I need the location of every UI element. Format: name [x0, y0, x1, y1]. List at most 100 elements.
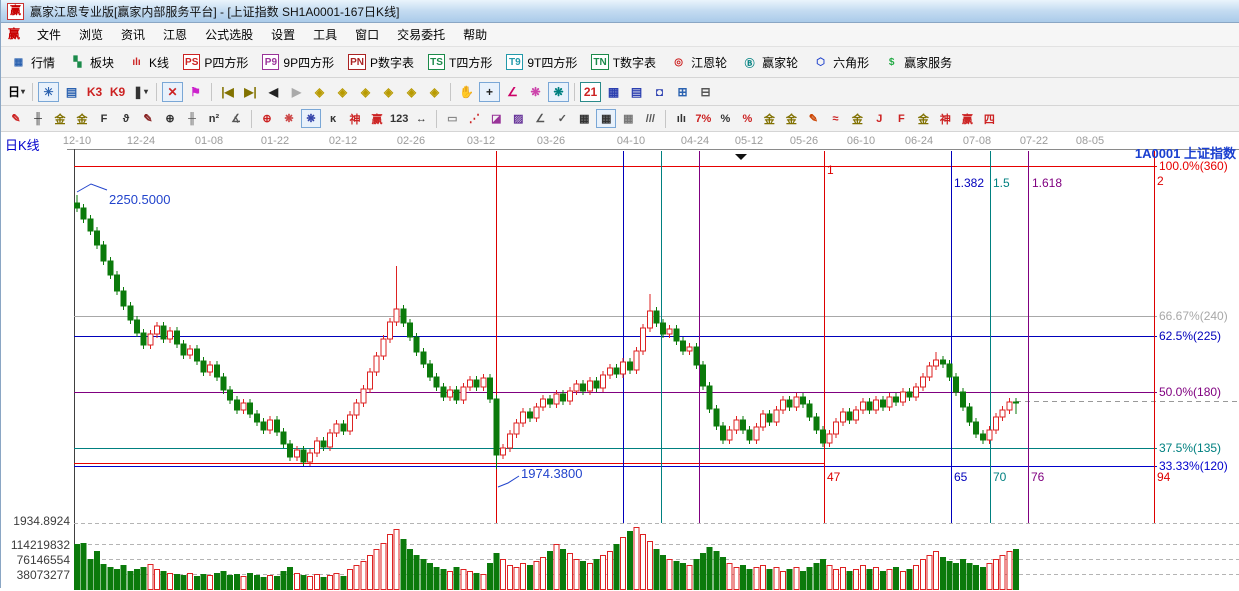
toolbar-button-p-number-table[interactable]: PN P数字表 — [343, 52, 419, 73]
menu-item-9[interactable]: 帮助 — [454, 23, 496, 46]
toolbar-button-ying-angle[interactable]: 赢 — [957, 109, 977, 128]
toolbar-button-h-measure[interactable]: ↔ — [411, 109, 431, 128]
toolbar-button-9p-square[interactable]: P9 9P四方形 — [257, 52, 339, 73]
toolbar-button-export-screen[interactable]: ⊞ — [672, 82, 693, 102]
toolbar-button-candle-pen[interactable]: ✎ — [803, 109, 823, 128]
toolbar-button-calculator[interactable]: ▦ — [603, 82, 624, 102]
toolbar-button-ying-tool[interactable]: 赢 — [367, 109, 387, 128]
toolbar-button-cycle-circle[interactable]: ⊕ — [160, 109, 180, 128]
toolbar-button-spiral[interactable]: ϑ — [116, 109, 136, 128]
toolbar-button-target-cross[interactable]: ⊕ — [257, 109, 277, 128]
toolbar-button-save[interactable]: ◘ — [649, 82, 670, 102]
toolbar-button-gold-angle[interactable]: 金 — [913, 109, 933, 128]
toolbar-button-j-angle[interactable]: J — [869, 109, 889, 128]
toolbar-button-mirror-angle[interactable]: ∡ — [226, 109, 246, 128]
toolbar-button-next-bar[interactable]: ▶ — [286, 82, 307, 102]
toolbar-button-gold-ratio-1[interactable]: 金 — [50, 109, 70, 128]
toolbar-button-grid-light[interactable]: ▦ — [618, 109, 638, 128]
toolbar-button-angle-tool[interactable]: ∠ — [502, 82, 523, 102]
toolbar-button-k-marks[interactable]: ĸ — [323, 109, 343, 128]
toolbar-button-gold-circle[interactable]: 金 — [759, 109, 779, 128]
menu-item-6[interactable]: 工具 — [304, 23, 346, 46]
toolbar-button-goto-first[interactable]: |◀ — [217, 82, 238, 102]
toolbar-button-f-angle[interactable]: F — [891, 109, 911, 128]
toolbar-button-web-chart[interactable]: ✳ — [38, 81, 59, 102]
toolbar-button-gann-web-teal[interactable]: ❋ — [548, 81, 569, 102]
toolbar-button-notes[interactable]: ▤ — [626, 82, 647, 102]
toolbar-button-shen-angle[interactable]: 神 — [935, 109, 955, 128]
toolbar-button-zoom-in[interactable]: ◈ — [401, 82, 422, 102]
menu-item-8[interactable]: 交易委托 — [388, 23, 454, 46]
toolbar-button-compress-h[interactable]: ◈ — [378, 82, 399, 102]
toolbar-button-n-square[interactable]: n² — [204, 109, 224, 128]
toolbar-button-draw-pen-2[interactable]: ✎ — [138, 109, 158, 128]
toolbar-button-goto-last[interactable]: ▶| — [240, 82, 261, 102]
menu-item-0[interactable]: 文件 — [28, 23, 70, 46]
toolbar-button-period-day[interactable]: 日 ▾ — [6, 82, 27, 102]
toolbar-button-quotes[interactable]: ▦ 行情 — [5, 52, 60, 73]
toolbar-button-draw-pen[interactable]: ✎ — [6, 109, 26, 128]
toolbar-button-winner-service[interactable]: $ 赢家服务 — [878, 52, 957, 73]
toolbar-button-candle-style[interactable]: ❚ ▾ — [130, 82, 151, 102]
menu-item-7[interactable]: 窗口 — [346, 23, 388, 46]
toolbar-button-ruler-123[interactable]: 123 — [389, 109, 409, 128]
toolbar-button-gold-box[interactable]: 金 — [847, 109, 867, 128]
toolbar-button-hexagon[interactable]: ⬡ 六角形 — [807, 52, 874, 73]
toolbar-button-percent-7[interactable]: 7% — [693, 109, 713, 128]
toolbar-button-t-number-table[interactable]: TN T数字表 — [586, 52, 661, 73]
toolbar-button-price-bars[interactable]: ılı — [671, 109, 691, 128]
toolbar-button-si-angle[interactable]: 四 — [979, 109, 999, 128]
toolbar-button-print[interactable]: ⊟ — [695, 82, 716, 102]
toolbar-button-t-square[interactable]: TS T四方形 — [423, 52, 497, 73]
toolbar-button-square-region[interactable]: ▭ — [442, 109, 462, 128]
toolbar-button-grid-dense[interactable]: ▦ — [574, 109, 594, 128]
chart-canvas[interactable]: 100.0%(360)66.67%(240)62.5%(225)50.0%(18… — [1, 132, 1239, 591]
toolbar-button-percent[interactable]: % — [715, 109, 735, 128]
toolbar-button-zoom-out[interactable]: ◈ — [424, 82, 445, 102]
toolbar-button-spider-web-1[interactable]: ❋ — [279, 109, 299, 128]
toolbar-button-p-square[interactable]: PS P四方形 — [178, 52, 253, 73]
toolbar-button-wave-box[interactable]: ≈ — [825, 109, 845, 128]
child-window-icon[interactable]: 赢 — [6, 27, 22, 42]
menu-item-3[interactable]: 江恩 — [154, 23, 196, 46]
toolbar-button-gann-ticks[interactable]: ╫ — [28, 109, 48, 128]
toolbar-button-shift-right[interactable]: ◈ — [332, 82, 353, 102]
toolbar-button-gann-fan[interactable]: ⋰ — [464, 109, 484, 128]
toolbar-button-sectors[interactable]: ▚ 板块 — [64, 52, 119, 73]
toolbar-button-gann-wheel[interactable]: ◎ 江恩轮 — [665, 52, 732, 73]
toolbar-button-fibonacci-f[interactable]: F — [94, 109, 114, 128]
toolbar-button-info-doc[interactable]: ▤ — [61, 82, 82, 102]
toolbar-button-time-ticks[interactable]: ╫ — [182, 109, 202, 128]
menu-item-5[interactable]: 设置 — [262, 23, 304, 46]
toolbar-button-calendar-21[interactable]: 21 — [580, 81, 601, 102]
toolbar-button-gold-ratio-2[interactable]: 金 — [72, 109, 92, 128]
toolbar-button-spider-web-2[interactable]: ❋ — [301, 109, 321, 128]
toolbar-button-expand-h[interactable]: ◈ — [355, 82, 376, 102]
toolbar-button-shift-left[interactable]: ◈ — [309, 82, 330, 102]
toolbar-button-pan-hand[interactable]: ✋ — [456, 82, 477, 102]
menu-item-1[interactable]: 浏览 — [70, 23, 112, 46]
toolbar-button-web-box[interactable]: ▨ — [508, 109, 528, 128]
toolbar-button-gold-line[interactable]: 金 — [781, 109, 801, 128]
toolbar-button-trend-angle[interactable]: ∠ — [530, 109, 550, 128]
toolbar-button-slant-lines[interactable]: /// — [640, 109, 660, 128]
gann-time-count-label: 76 — [1031, 470, 1045, 484]
toolbar-button-mini-chart-3[interactable]: K3 — [84, 82, 105, 102]
toolbar-button-pattern-x[interactable]: ✕ — [162, 81, 183, 102]
toolbar-button-crosshair[interactable]: + — [479, 81, 500, 102]
title-bar[interactable]: 赢 赢家江恩专业版[赢家内部服务平台] - [上证指数 SH1A0001-167… — [1, 0, 1239, 23]
toolbar-button-winner-wheel[interactable]: Ⓑ 赢家轮 — [736, 52, 803, 73]
toolbar-button-flag-chart[interactable]: ⚑ — [185, 82, 206, 102]
toolbar-button-9t-square[interactable]: T9 9T四方形 — [501, 52, 582, 73]
toolbar-button-fan-box[interactable]: ◪ — [486, 109, 506, 128]
toolbar-button-kline[interactable]: ılı K线 — [123, 52, 174, 73]
toolbar-button-percent-line[interactable]: % — [737, 109, 757, 128]
toolbar-button-gann-web-pink[interactable]: ❋ — [525, 82, 546, 102]
toolbar-button-check-tool[interactable]: ✓ — [552, 109, 572, 128]
toolbar-button-shen-tool[interactable]: 神 — [345, 109, 365, 128]
menu-item-4[interactable]: 公式选股 — [196, 23, 262, 46]
toolbar-button-prev-bar[interactable]: ◀ — [263, 82, 284, 102]
toolbar-button-grid-box[interactable]: ▦ — [596, 109, 617, 128]
toolbar-button-mini-chart-9[interactable]: K9 — [107, 82, 128, 102]
menu-item-2[interactable]: 资讯 — [112, 23, 154, 46]
